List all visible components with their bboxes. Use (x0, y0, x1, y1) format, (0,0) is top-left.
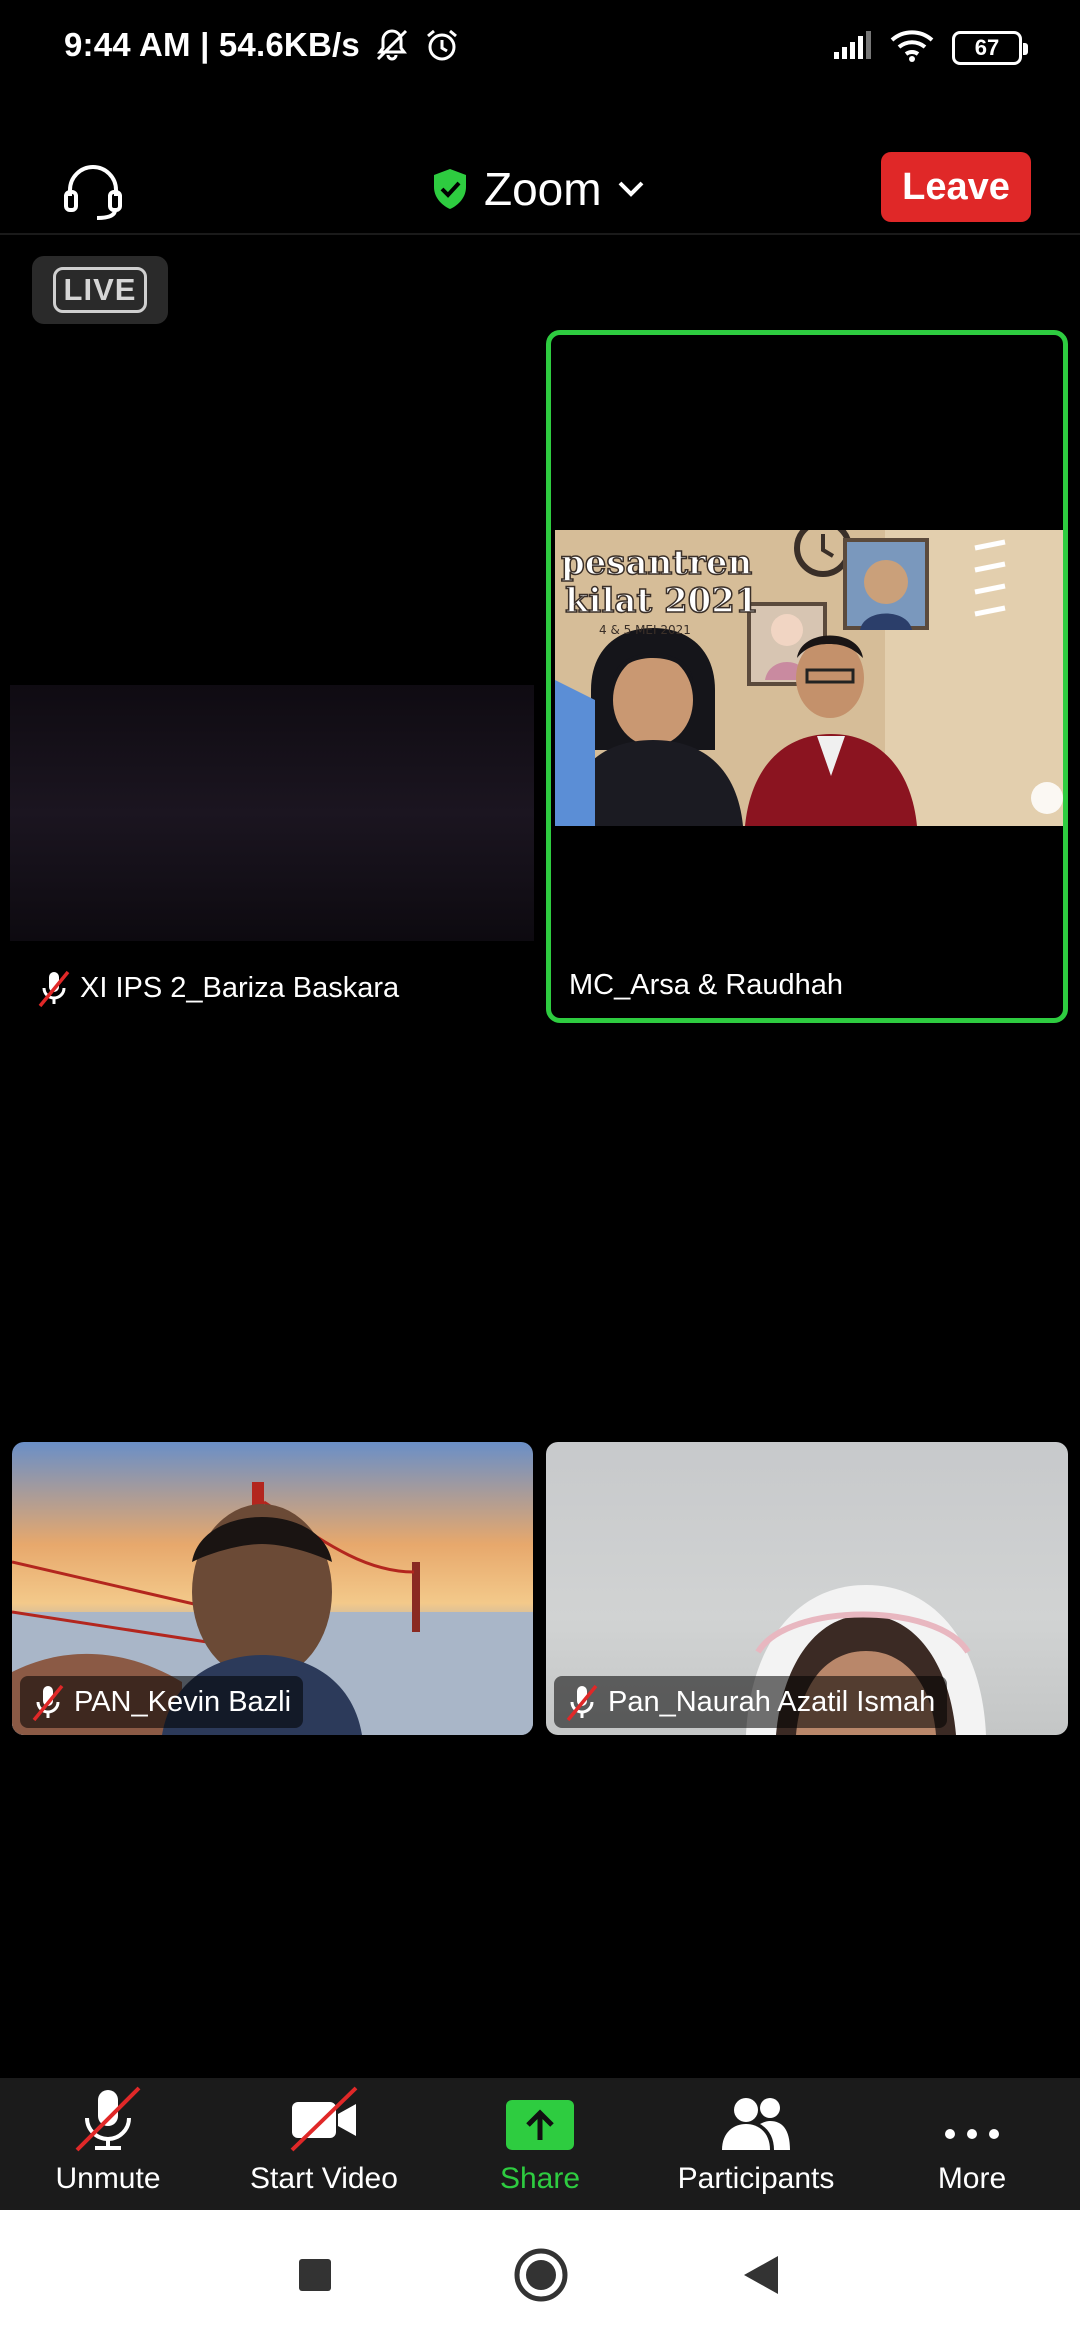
back-button[interactable] (742, 2254, 780, 2301)
participant-name: Pan_Naurah Azatil Ismah (608, 1685, 936, 1718)
mute-notification-icon (374, 27, 410, 63)
signal-icon (832, 30, 872, 65)
participant-name: MC_Arsa & Raudhah (569, 969, 844, 1001)
home-button[interactable] (514, 2248, 568, 2307)
video-tile-naurah[interactable]: Pan_Naurah Azatil Ismah (546, 1442, 1068, 1735)
banner-line-1: pesantren (561, 543, 752, 583)
video-off-icon (290, 2086, 358, 2152)
home-circle-icon (514, 2248, 568, 2302)
participant-name-tag: PAN_Kevin Bazli (20, 1676, 304, 1728)
muted-mic-icon (38, 970, 70, 1008)
meeting-top-bar: Zoom Leave (0, 140, 1080, 236)
system-navigation-bar (0, 2210, 1080, 2340)
wifi-icon (890, 28, 934, 67)
meeting-toolbar: Unmute Start Video Share Participants Mo… (0, 2078, 1080, 2210)
participant-name: XI IPS 2_Bariza Baskara (80, 971, 400, 1004)
participant-name-tag: MC_Arsa & Raudhah (559, 963, 855, 1008)
zoom-meeting-screen: 9:44 AM | 54.6KB/s 67 Zoom Leave LIVE XI… (0, 0, 1080, 2340)
muted-mic-icon (32, 1684, 64, 1722)
live-label: LIVE (52, 267, 148, 313)
more-dots-icon (945, 2129, 999, 2139)
status-time-speed: 9:44 AM | 54.6KB/s (64, 26, 360, 63)
shared-video-frame: pesantren kilat 2021 4 & 5 MEI 2021 (555, 530, 1063, 826)
banner-date: 4 & 5 MEI 2021 (599, 623, 691, 637)
video-tile-mc-arsa-raudhah[interactable]: pesantren kilat 2021 4 & 5 MEI 2021 MC_A… (546, 330, 1068, 1023)
meeting-title: Zoom (484, 163, 602, 215)
participants-label: Participants (677, 2162, 835, 2195)
more-button[interactable]: More (864, 2078, 1080, 2210)
video-tile-kevin-bazli[interactable]: PAN_Kevin Bazli (12, 1442, 533, 1735)
unmute-button[interactable]: Unmute (0, 2078, 216, 2210)
participant-name-tag: XI IPS 2_Bariza Baskara (26, 962, 411, 1014)
banner-line-2: kilat 2021 (565, 581, 759, 621)
share-button[interactable]: Share (432, 2078, 648, 2210)
participants-icon (722, 2098, 790, 2150)
share-upload-icon (506, 2100, 574, 2150)
mic-off-icon (75, 2086, 141, 2152)
meeting-title-dropdown[interactable]: Zoom (430, 154, 646, 224)
back-triangle-icon (744, 2256, 778, 2294)
start-video-button[interactable]: Start Video (216, 2078, 432, 2210)
participant-video (10, 685, 534, 941)
muted-mic-icon (566, 1684, 598, 1722)
recents-button[interactable] (298, 2258, 332, 2297)
chevron-down-icon (618, 181, 644, 197)
status-bar: 9:44 AM | 54.6KB/s 67 (0, 0, 1080, 96)
more-label: More (937, 2162, 1007, 2195)
headset-icon (64, 165, 122, 220)
start-video-label: Start Video (250, 2162, 398, 2195)
encryption-shield-icon (434, 169, 466, 209)
top-bar-divider (0, 233, 1080, 235)
audio-support-button[interactable] (60, 158, 126, 224)
recents-square-icon (299, 2259, 331, 2291)
participant-name-tag: Pan_Naurah Azatil Ismah (554, 1676, 948, 1728)
live-stream-badge[interactable]: LIVE (32, 256, 168, 324)
alarm-icon (424, 27, 460, 63)
battery-level: 67 (974, 34, 1000, 60)
unmute-label: Unmute (55, 2162, 161, 2195)
battery-indicator: 67 (952, 30, 1028, 65)
participant-name: PAN_Kevin Bazli (74, 1685, 292, 1718)
share-label: Share (499, 2162, 581, 2195)
participants-button[interactable]: Participants (648, 2078, 864, 2210)
leave-button[interactable]: Leave (881, 152, 1031, 222)
participant-video: pesantren kilat 2021 4 & 5 MEI 2021 (555, 530, 1063, 826)
video-tile-bariza[interactable]: XI IPS 2_Bariza Baskara (10, 330, 534, 1020)
